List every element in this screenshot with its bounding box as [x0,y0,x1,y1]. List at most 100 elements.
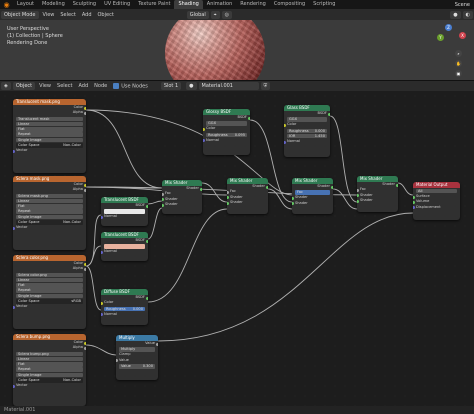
mix-shader-node-2[interactable]: Mix Shader Shader Fac Shader Shader [227,178,268,214]
translucent-bsdf-node-2[interactable]: Translucent BSDF BSDF Normal [101,232,148,261]
image-texture-node-translucent-mask[interactable]: Translucent mask.png Color Alpha Translu… [13,99,86,173]
3d-viewport[interactable]: User Perspective (1) Collection | Sphere… [0,20,474,80]
tab-scripting[interactable]: Scripting [309,0,339,9]
translucent-bsdf-node-1[interactable]: Translucent BSDF BSDF Normal [101,197,148,226]
output-bsdf: BSDF [101,238,148,243]
image-selector[interactable]: Translucent mask [16,116,83,122]
source-dropdown[interactable]: Single Image [16,372,83,378]
interpolation-dropdown[interactable]: Linear [16,277,83,283]
color-swatch[interactable] [104,209,145,214]
mix-shader-node-3[interactable]: Mix Shader Shader Fac Shader Shader [292,178,333,214]
menu-node[interactable]: Node [91,83,110,89]
shader-type-dropdown[interactable]: Object [12,82,36,90]
image-selector[interactable]: Sclera color.png [16,272,83,278]
menu-select[interactable]: Select [54,83,75,89]
color-space-dropdown[interactable]: Color Space Non-Color [16,378,83,383]
roughness-slider[interactable]: Roughness 0.095 [206,132,247,138]
mode-dropdown[interactable]: Object Mode [1,10,39,19]
source-dropdown[interactable]: Single Image [16,214,83,220]
image-selector[interactable]: Sclera mask.png [16,193,83,199]
gizmo-x-icon[interactable]: X [459,32,466,39]
mix-shader-node-4[interactable]: Mix Shader Shader Fac Shader Shader [357,176,398,212]
extension-dropdown[interactable]: Repeat [16,367,83,372]
editor-type-icon[interactable]: ◈ [1,82,11,90]
fac-slider[interactable]: Fac [295,190,330,195]
image-texture-node-sclera-color[interactable]: Sclera color.png Color Alpha Sclera colo… [13,255,86,329]
menu-object[interactable]: Object [95,12,117,18]
input-normal: Normal [101,312,148,317]
extension-dropdown[interactable]: Repeat [16,209,83,214]
extension-dropdown[interactable]: Repeat [16,288,83,293]
input-displacement: Displacement [413,205,460,210]
roughness-slider[interactable]: Roughness 0.000 [104,306,145,312]
ior-field[interactable]: IOR 1.450 [287,133,327,139]
tab-texture-paint[interactable]: Texture Paint [134,0,174,9]
sphere-object[interactable] [165,20,265,80]
tab-compositing[interactable]: Compositing [270,0,309,9]
blender-logo-icon[interactable]: ◉ [2,0,11,9]
tab-sculpting[interactable]: Sculpting [69,0,100,9]
zoom-icon[interactable]: ⌕ [455,50,462,57]
projection-dropdown[interactable]: Flat [16,127,83,132]
camera-icon[interactable]: ▣ [455,70,462,77]
projection-dropdown[interactable]: Flat [16,362,83,367]
tab-rendering[interactable]: Rendering [236,0,270,9]
menu-add[interactable]: Add [79,12,95,18]
gizmo-y-icon[interactable]: Y [437,34,444,41]
orientation-dropdown[interactable]: Global [186,10,209,19]
projection-dropdown[interactable]: Flat [16,204,83,209]
image-selector[interactable]: Sclera bump.png [16,351,83,357]
material-output-node[interactable]: Material Output All Surface Volume Displ… [413,182,460,220]
use-nodes-toggle[interactable]: Use Nodes [110,82,151,89]
tab-modeling[interactable]: Modeling [38,0,69,9]
glass-bsdf-node[interactable]: Glass BSDF BSDF GGX Color Roughness 0.000… [284,105,330,157]
fake-user-icon[interactable]: ⛨ [260,82,271,90]
tab-shading[interactable]: Shading [174,0,203,9]
source-dropdown[interactable]: Single Image [16,293,83,299]
source-dropdown[interactable]: Single Image [16,137,83,143]
interpolation-dropdown[interactable]: Linear [16,356,83,362]
mix-shader-node-1[interactable]: Mix Shader Shader Fac Shader Shader [162,180,202,214]
roughness-slider[interactable]: Roughness 0.000 [287,128,327,134]
math-multiply-node[interactable]: Multiply Value Multiply Clamp Value Valu… [116,335,158,380]
image-texture-node-sclera-bump[interactable]: Sclera bump.png Color Alpha Sclera bump.… [13,334,86,406]
interpolation-dropdown[interactable]: Linear [16,198,83,204]
projection-dropdown[interactable]: Flat [16,283,83,288]
scene-name[interactable]: Scene [455,2,474,8]
menu-select[interactable]: Select [57,12,78,18]
color-space-dropdown[interactable]: Color Space Non-Color [16,220,83,225]
shading-solid-icon[interactable]: ● [450,10,461,19]
menu-view[interactable]: View [40,12,58,18]
link-tex4-mult [85,344,117,356]
tab-layout[interactable]: Layout [13,0,38,9]
operation-dropdown[interactable]: Multiply [119,347,155,352]
snap-icon[interactable]: ⌖ [210,10,220,19]
pan-hand-icon[interactable]: ✋ [455,60,462,67]
tab-animation[interactable]: Animation [203,0,237,9]
menu-add[interactable]: Add [75,83,91,89]
tab-uv-editing[interactable]: UV Editing [100,0,134,9]
extension-dropdown[interactable]: Repeat [16,132,83,137]
glossy-bsdf-node[interactable]: Glossy BSDF BSDF GGX Color Roughness 0.09… [203,109,250,155]
node-editor-canvas[interactable]: Translucent mask.png Color Alpha Translu… [0,91,474,406]
output-bsdf: BSDF [101,203,148,208]
link-trans2-mix1 [147,207,163,240]
color-swatch[interactable] [104,244,145,249]
color-space-dropdown[interactable]: Color Space sRGB [16,299,83,304]
diffuse-bsdf-node[interactable]: Diffuse BSDF BSDF Color Roughness 0.000 N… [101,289,148,325]
interpolation-dropdown[interactable]: Linear [16,121,83,127]
slot-dropdown[interactable]: Slot 1 [160,82,182,90]
menu-view[interactable]: View [36,83,54,89]
sphere-material-icon[interactable]: ● [186,82,197,90]
material-name-field[interactable]: Material.001 [198,82,259,90]
gizmo-z-icon[interactable]: Z [445,24,452,31]
shading-render-icon[interactable]: ◐ [462,10,473,19]
proportional-icon[interactable]: ◎ [221,10,232,19]
value-2-field[interactable]: Value 0.300 [119,364,155,369]
target-dropdown[interactable]: All [416,188,457,194]
image-texture-node-sclera-mask[interactable]: Sclera mask.png Color Alpha Sclera mask.… [13,176,86,250]
color-space-dropdown[interactable]: Color Space Non-Color [16,143,83,148]
distribution-dropdown[interactable]: GGX [206,121,247,126]
node-title[interactable]: Material Output [413,182,460,188]
distribution-dropdown[interactable]: GGX [287,117,327,122]
